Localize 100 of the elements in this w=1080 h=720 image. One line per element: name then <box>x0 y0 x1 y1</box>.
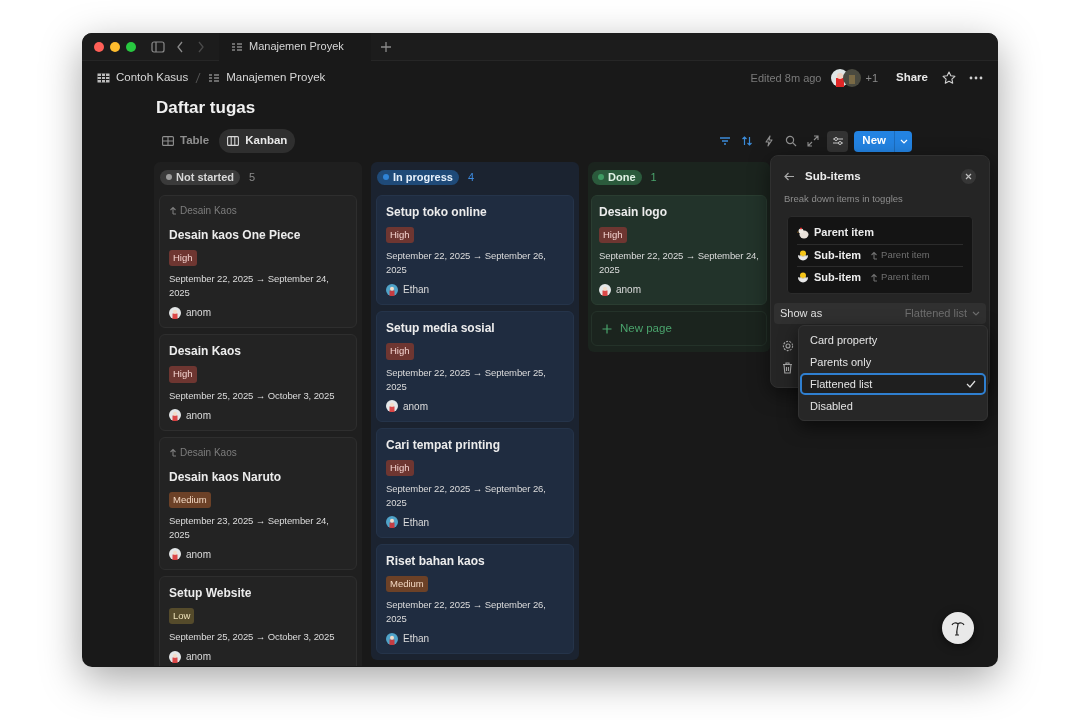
task-card[interactable]: Desain Kaos High September 25, 2025 → October 3, 2025 anom <box>159 334 357 431</box>
menu-item[interactable]: Card property <box>800 329 986 351</box>
status-pill: Done <box>592 169 642 185</box>
checklist-icon <box>231 41 242 52</box>
panel-subtitle: Break down items in toggles <box>783 192 904 207</box>
date-range: September 22, 2025 → September 26, 2025 <box>386 598 547 626</box>
assignee-name: anom <box>403 399 428 414</box>
zoom-button[interactable] <box>126 41 136 52</box>
card-title: Desain Kaos <box>169 343 243 361</box>
date-range: September 25, 2025 → October 3, 2025 <box>169 388 336 403</box>
date-range: September 23, 2025 → September 24, 2025 <box>169 513 330 542</box>
star-icon[interactable] <box>942 71 956 85</box>
task-card[interactable]: Setup Website Low September 25, 2025 → October 3, 2025 anom <box>159 575 357 666</box>
show-as-select[interactable]: Show as Flattened list <box>774 302 986 324</box>
new-page-button[interactable]: New page <box>591 311 767 347</box>
column-count: 1 <box>650 169 657 185</box>
menu-item[interactable]: Parents only <box>800 351 986 373</box>
priority-tag: High <box>169 250 197 267</box>
breadcrumb-link[interactable]: Manajemen Proyek <box>208 69 326 87</box>
assignee-name: Ethan <box>403 283 430 298</box>
parent-item-label: Desain Kaos <box>180 445 237 460</box>
assignee-name: anom <box>186 408 211 423</box>
assignee-name: anom <box>616 283 641 298</box>
task-card[interactable]: Desain Kaos Desain kaos One Piece High September 22, 2025 → September 24, 2025 anom <box>159 195 357 329</box>
close-button[interactable] <box>94 41 104 52</box>
task-card[interactable]: Setup media sosial High September 22, 2025 → September 25, 2025 anom <box>376 311 574 422</box>
chicken-icon <box>797 226 809 239</box>
page-title: Daftar tugas <box>156 97 256 120</box>
date-range: September 22, 2025 → September 25, 2025 <box>386 365 547 394</box>
expand-icon[interactable] <box>807 135 820 147</box>
breadcrumb-link[interactable]: Contoh Kasus <box>97 69 189 87</box>
assignee-name: anom <box>186 650 211 664</box>
task-card[interactable]: Riset bahan kaos Medium September 22, 2025 → September 26, 2025 Ethan <box>376 543 574 654</box>
sliders-icon <box>831 136 844 146</box>
checklist-icon <box>208 73 221 83</box>
menu-item[interactable]: Flattened list <box>800 373 986 395</box>
assignee-name: Ethan <box>403 632 430 646</box>
column-count: 4 <box>467 169 475 185</box>
parent-item-label: Parent item <box>881 247 930 262</box>
back-icon[interactable] <box>176 40 184 53</box>
priority-tag: High <box>386 459 414 476</box>
view-tab[interactable]: Kanban <box>219 129 296 153</box>
card-title: Desain kaos Naruto <box>169 468 283 486</box>
close-icon <box>965 173 972 181</box>
task-card[interactable]: Cari tempat printing High September 22, 2025 → September 26, 2025 Ethan <box>376 427 574 538</box>
slash-icon <box>195 72 202 84</box>
settings-button[interactable] <box>827 130 849 152</box>
preview-item-label: Sub-item <box>814 247 862 263</box>
up-arrow-icon <box>870 272 879 282</box>
task-card[interactable]: Desain logo High September 22, 2025 → September 24, 2025 anom <box>591 195 767 306</box>
priority-tag: High <box>386 343 414 360</box>
task-card[interactable]: Setup toko online High September 22, 2025 → September 26, 2025 Ethan <box>376 195 574 306</box>
card-title: Desain logo <box>599 204 668 221</box>
column-count: 5 <box>249 169 256 185</box>
task-card[interactable]: Desain Kaos Desain kaos Naruto Medium September 23, 2025 → September 24, 2025 anom <box>159 436 357 570</box>
card-title: Riset bahan kaos <box>386 552 486 570</box>
priority-tag: Medium <box>386 575 428 592</box>
priority-tag: Low <box>169 607 195 624</box>
plus-icon <box>602 323 612 334</box>
share-button[interactable]: Share <box>896 69 928 87</box>
preview-item-label: Parent item <box>814 225 874 241</box>
card-title: Desain kaos One Piece <box>169 227 302 244</box>
close-button[interactable] <box>961 169 976 185</box>
plus-icon[interactable] <box>380 40 392 53</box>
assignee-name: Ethan <box>403 515 430 530</box>
assignee-name: anom <box>186 306 211 321</box>
trash-icon[interactable] <box>782 361 793 374</box>
table-icon <box>162 136 174 146</box>
more-icon[interactable] <box>969 76 983 80</box>
minimize-button[interactable] <box>110 41 120 52</box>
more-people-count: +1 <box>865 70 879 86</box>
card-title: Setup toko online <box>386 204 488 221</box>
view-tab[interactable]: Table <box>154 129 218 153</box>
filter-icon[interactable] <box>719 135 732 147</box>
tab-title: Manajemen Proyek <box>249 39 344 55</box>
status-pill: Not started <box>160 169 241 185</box>
date-range: September 22, 2025 → September 24, 2025 <box>169 272 330 301</box>
date-range: September 22, 2025 → September 26, 2025 <box>386 481 547 510</box>
status-pill: In progress <box>377 169 459 185</box>
preview-item-label: Sub-item <box>814 269 862 285</box>
chevron-down-icon <box>972 310 980 316</box>
parent-item-label: Desain Kaos <box>180 204 237 218</box>
up-arrow-icon <box>169 206 177 215</box>
database-icon <box>97 73 110 83</box>
card-title: Setup Website <box>169 584 253 602</box>
sidebar-icon[interactable] <box>151 40 165 53</box>
priority-tag: High <box>169 366 197 383</box>
card-title: Setup media sosial <box>386 320 496 338</box>
sort-icon[interactable] <box>741 135 754 147</box>
panel-title: Sub-items <box>805 169 862 184</box>
assignee-name: anom <box>186 547 211 562</box>
search-icon[interactable] <box>785 135 798 147</box>
help-button[interactable] <box>942 612 974 644</box>
priority-tag: High <box>599 227 627 244</box>
check-icon <box>966 380 976 388</box>
menu-item[interactable]: Disabled <box>800 395 986 417</box>
parent-item-label: Parent item <box>881 269 930 284</box>
date-range: September 25, 2025 → October 3, 2025 <box>169 630 336 644</box>
back-arrow-icon[interactable] <box>784 172 795 182</box>
priority-tag: Medium <box>169 491 211 508</box>
